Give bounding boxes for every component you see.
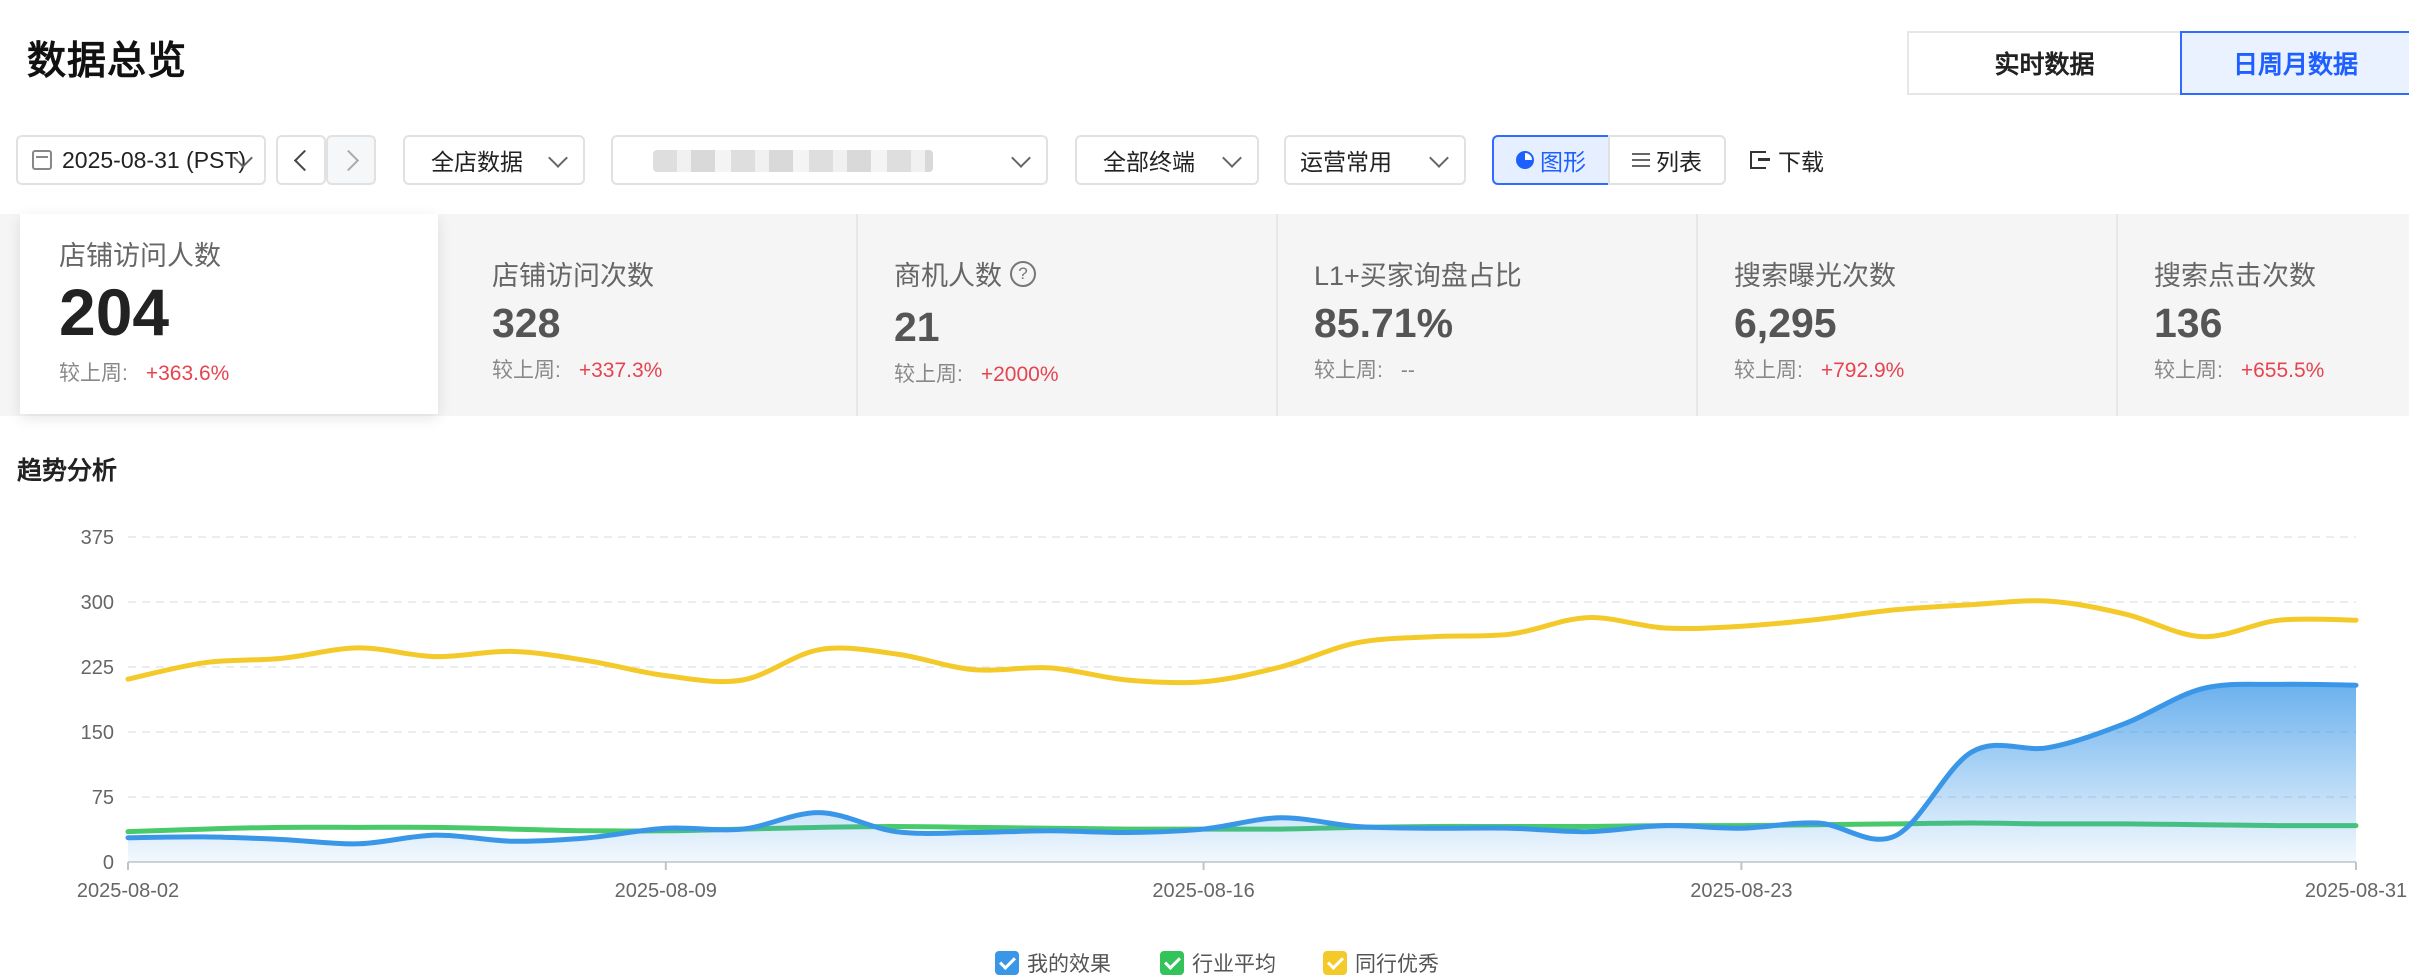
- help-icon[interactable]: ?: [1010, 260, 1036, 287]
- legend-item-peer[interactable]: 同行优秀: [1323, 948, 1439, 978]
- metric-card-store-visitors[interactable]: 店铺访问人数 204 较上周: +363.6%: [20, 214, 438, 414]
- metric-value: 6,295: [1734, 300, 1837, 346]
- metric-compare: 较上周: +337.3%: [492, 359, 663, 382]
- y-tick-label: 150: [81, 722, 114, 744]
- metric-value: 136: [2154, 300, 2223, 346]
- metric-card-store-visits[interactable]: 店铺访问次数 328 较上周: +337.3%: [456, 214, 856, 416]
- tab-period-data[interactable]: 日周月数据: [2180, 31, 2409, 95]
- chevron-down-icon: [1222, 148, 1242, 168]
- page-title: 数据总览: [27, 40, 188, 83]
- metric-card-search-impressions[interactable]: 搜索曝光次数 6,295 较上周: +792.9%: [1696, 214, 2116, 416]
- metric-compare: 较上周: +792.9%: [1734, 359, 1905, 382]
- metric-change: +337.3%: [578, 359, 663, 382]
- x-tick-label: 2025-08-23: [1690, 880, 1792, 902]
- metric-label: 店铺访问次数: [492, 261, 654, 291]
- checkbox-icon: [995, 951, 1019, 975]
- view-list-button[interactable]: 列表: [1608, 135, 1726, 185]
- view-chart-label: 图形: [1540, 149, 1586, 175]
- date-value: 2025-08-31 (PST): [62, 146, 247, 173]
- metric-label: 搜索点击次数: [2154, 261, 2316, 291]
- x-tick-label: 2025-08-16: [1152, 880, 1254, 902]
- previous-date-button[interactable]: [276, 135, 326, 185]
- y-tick-label: 75: [92, 787, 114, 809]
- download-button[interactable]: 下载: [1750, 135, 1824, 185]
- y-tick-label: 0: [103, 852, 114, 874]
- section-title: 趋势分析: [17, 457, 118, 485]
- list-icon: [1632, 153, 1650, 167]
- chevron-down-icon: [1429, 148, 1449, 168]
- metric-compare: 较上周: --: [1314, 359, 1415, 382]
- metric-value: 21: [894, 304, 940, 350]
- legend-item-mine[interactable]: 我的效果: [995, 948, 1111, 978]
- download-label: 下载: [1778, 149, 1824, 175]
- view-list-label: 列表: [1656, 149, 1702, 175]
- pie-chart-icon: [1516, 151, 1534, 169]
- metric-change: +363.6%: [145, 362, 230, 385]
- metric-change: +2000%: [980, 363, 1059, 386]
- legend-label: 行业平均: [1192, 953, 1276, 976]
- x-tick-label: 2025-08-09: [615, 880, 717, 902]
- legend-item-industry[interactable]: 行业平均: [1160, 948, 1276, 978]
- tab-realtime-data[interactable]: 实时数据: [1907, 31, 2182, 95]
- terminal-value: 全部终端: [1103, 149, 1195, 175]
- metric-card-leads[interactable]: 商机人数? 21 较上周: +2000%: [856, 214, 1276, 416]
- store-scope-value: 全店数据: [431, 149, 523, 175]
- metric-group-value: 运营常用: [1300, 149, 1392, 175]
- legend-label: 同行优秀: [1355, 953, 1439, 976]
- chevron-down-icon: [548, 148, 568, 168]
- chevron-down-icon: [1011, 148, 1031, 168]
- redacted-value: [653, 150, 933, 172]
- metric-label: L1+买家询盘占比: [1314, 261, 1522, 291]
- x-tick-label: 2025-08-02: [77, 880, 179, 902]
- metric-change: +792.9%: [1820, 359, 1905, 382]
- chevron-left-icon: [293, 149, 315, 171]
- next-date-button[interactable]: [326, 135, 376, 185]
- export-icon: [1750, 151, 1770, 169]
- view-chart-button[interactable]: 图形: [1492, 135, 1610, 185]
- date-picker[interactable]: 2025-08-31 (PST): [16, 135, 266, 185]
- product-select[interactable]: [611, 135, 1048, 185]
- metric-value: 85.71%: [1314, 300, 1454, 346]
- metric-label: 商机人数?: [894, 254, 1036, 293]
- x-tick-label: 2025-08-31: [2305, 880, 2407, 902]
- terminal-select[interactable]: 全部终端: [1075, 135, 1259, 185]
- store-scope-select[interactable]: 全店数据: [403, 135, 585, 185]
- trend-chart: 0 75 150 225 300 375 2025-08-02 2025-08-09 2025-…: [77, 527, 2407, 902]
- metric-card-search-clicks[interactable]: 搜索点击次数 136 较上周: +655.5%: [2116, 214, 2409, 416]
- metric-card-l1-inquiry-ratio[interactable]: L1+买家询盘占比 85.71% 较上周: --: [1276, 214, 1696, 416]
- legend-label: 我的效果: [1027, 953, 1111, 976]
- checkbox-icon: [1160, 951, 1184, 975]
- metric-label: 搜索曝光次数: [1734, 261, 1896, 291]
- y-tick-label: 375: [81, 527, 114, 549]
- y-tick-label: 225: [81, 657, 114, 679]
- metric-compare: 较上周: +2000%: [894, 363, 1059, 386]
- metric-group-select[interactable]: 运营常用: [1284, 135, 1466, 185]
- metric-value: 328: [492, 300, 561, 346]
- y-tick-label: 300: [81, 592, 114, 614]
- metric-label: 店铺访问人数: [59, 241, 221, 271]
- metric-compare: 较上周: +363.6%: [59, 362, 230, 385]
- metric-value: 204: [59, 275, 170, 349]
- checkbox-icon: [1323, 951, 1347, 975]
- metric-compare: 较上周: +655.5%: [2154, 359, 2325, 382]
- metric-change: +655.5%: [2240, 359, 2325, 382]
- metric-change: --: [1400, 359, 1415, 382]
- series-line-peer: [125, 598, 2359, 686]
- chevron-right-icon: [337, 149, 359, 171]
- calendar-icon: [32, 150, 52, 170]
